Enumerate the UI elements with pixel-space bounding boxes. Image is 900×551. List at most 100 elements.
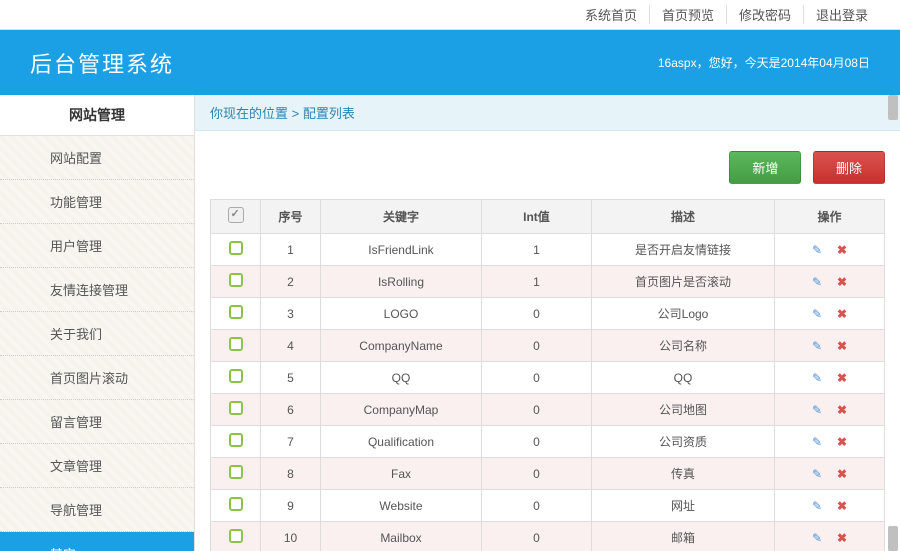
cell-intval: 1 bbox=[481, 234, 591, 266]
cell-desc: 是否开启友情链接 bbox=[591, 234, 774, 266]
cell-keyword: Mailbox bbox=[321, 522, 482, 551]
sidebar-item[interactable]: 文章管理 bbox=[0, 444, 194, 488]
cell-keyword: IsRolling bbox=[321, 266, 482, 298]
row-checkbox[interactable] bbox=[229, 529, 243, 543]
cell-keyword: Qualification bbox=[321, 426, 482, 458]
cell-index: 4 bbox=[261, 330, 321, 362]
edit-icon[interactable]: ✎ bbox=[812, 275, 822, 289]
sidebar-item[interactable]: 留言管理 bbox=[0, 400, 194, 444]
sidebar-item[interactable]: 导航管理 bbox=[0, 488, 194, 532]
cell-keyword: CompanyMap bbox=[321, 394, 482, 426]
cell-desc: 传真 bbox=[591, 458, 774, 490]
delete-icon[interactable]: ✖ bbox=[837, 403, 847, 417]
cell-keyword: Fax bbox=[321, 458, 482, 490]
edit-icon[interactable]: ✎ bbox=[812, 531, 822, 545]
delete-icon[interactable]: ✖ bbox=[837, 307, 847, 321]
toolbar: 新增 删除 bbox=[195, 131, 900, 199]
greeting: 16aspx，您好，今天是2014年04月08日 bbox=[658, 54, 870, 71]
edit-icon[interactable]: ✎ bbox=[812, 467, 822, 481]
delete-icon[interactable]: ✖ bbox=[837, 371, 847, 385]
table-row: 1IsFriendLink1是否开启友情链接✎✖ bbox=[211, 234, 885, 266]
delete-icon[interactable]: ✖ bbox=[837, 435, 847, 449]
edit-icon[interactable]: ✎ bbox=[812, 403, 822, 417]
system-title: 后台管理系统 bbox=[30, 47, 174, 79]
cell-intval: 0 bbox=[481, 426, 591, 458]
cell-keyword: QQ bbox=[321, 362, 482, 394]
cell-desc: 邮箱 bbox=[591, 522, 774, 551]
sidebar-item[interactable]: 关于我们 bbox=[0, 312, 194, 356]
delete-icon[interactable]: ✖ bbox=[837, 339, 847, 353]
edit-icon[interactable]: ✎ bbox=[812, 307, 822, 321]
row-checkbox[interactable] bbox=[229, 369, 243, 383]
table-row: 9Website0网址✎✖ bbox=[211, 490, 885, 522]
cell-index: 2 bbox=[261, 266, 321, 298]
config-table: 序号 关键字 Int值 描述 操作 1IsFriendLink1是否开启友情链接… bbox=[210, 199, 885, 551]
top-nav: 系统首页 首页预览 修改密码 退出登录 bbox=[0, 0, 900, 30]
col-intval: Int值 bbox=[481, 200, 591, 234]
today-date: 2014年04月08日 bbox=[781, 56, 870, 70]
table-row: 4CompanyName0公司名称 ✎ ✖ bbox=[211, 330, 885, 362]
sidebar-item[interactable]: 友情连接管理 bbox=[0, 268, 194, 312]
cell-intval: 0 bbox=[481, 330, 591, 362]
cell-index: 6 bbox=[261, 394, 321, 426]
cell-desc: 公司名称 bbox=[591, 330, 774, 362]
cell-keyword: CompanyName bbox=[321, 330, 482, 362]
nav-logout[interactable]: 退出登录 bbox=[804, 5, 880, 24]
sidebar-item[interactable]: 用户管理 bbox=[0, 224, 194, 268]
table-row: 10Mailbox0邮箱 ✎ ✖ bbox=[211, 522, 885, 551]
row-checkbox[interactable] bbox=[229, 273, 243, 287]
row-checkbox[interactable] bbox=[229, 465, 243, 479]
cell-desc: 首页图片是否滚动 bbox=[591, 266, 774, 298]
table-row: 2IsRolling1首页图片是否滚动✎✖ bbox=[211, 266, 885, 298]
edit-icon[interactable]: ✎ bbox=[812, 371, 822, 385]
sidebar-item[interactable]: 其它 bbox=[0, 532, 194, 551]
nav-home[interactable]: 系统首页 bbox=[573, 5, 650, 24]
cell-desc: 网址 bbox=[591, 490, 774, 522]
sidebar-item[interactable]: 功能管理 bbox=[0, 180, 194, 224]
cell-keyword: Website bbox=[321, 490, 482, 522]
table-row: 6CompanyMap0公司地图 ✎ ✖ bbox=[211, 394, 885, 426]
delete-icon[interactable]: ✖ bbox=[837, 499, 847, 513]
add-button[interactable]: 新增 bbox=[729, 151, 801, 184]
cell-index: 10 bbox=[261, 522, 321, 551]
cell-intval: 0 bbox=[481, 394, 591, 426]
cell-desc: 公司地图 bbox=[591, 394, 774, 426]
delete-icon[interactable]: ✖ bbox=[837, 531, 847, 545]
select-all-checkbox[interactable] bbox=[228, 207, 244, 223]
table-row: 5QQ0QQ✎✖ bbox=[211, 362, 885, 394]
cell-intval: 0 bbox=[481, 522, 591, 551]
cell-index: 1 bbox=[261, 234, 321, 266]
table-row: 7Qualification0公司资质 ✎ ✖ bbox=[211, 426, 885, 458]
delete-button[interactable]: 删除 bbox=[813, 151, 885, 184]
breadcrumb-sep: > bbox=[288, 106, 303, 121]
col-desc: 描述 bbox=[591, 200, 774, 234]
row-checkbox[interactable] bbox=[229, 497, 243, 511]
row-checkbox[interactable] bbox=[229, 401, 243, 415]
edit-icon[interactable]: ✎ bbox=[812, 435, 822, 449]
table-row: 3LOGO0公司Logo✎✖ bbox=[211, 298, 885, 330]
delete-icon[interactable]: ✖ bbox=[837, 243, 847, 257]
cell-index: 7 bbox=[261, 426, 321, 458]
cell-intval: 0 bbox=[481, 362, 591, 394]
sidebar: 网站管理 网站配置功能管理用户管理友情连接管理关于我们首页图片滚动留言管理文章管… bbox=[0, 95, 195, 551]
edit-icon[interactable]: ✎ bbox=[812, 339, 822, 353]
row-checkbox[interactable] bbox=[229, 433, 243, 447]
cell-desc: 公司资质 bbox=[591, 426, 774, 458]
delete-icon[interactable]: ✖ bbox=[837, 275, 847, 289]
row-checkbox[interactable] bbox=[229, 305, 243, 319]
sidebar-item[interactable]: 首页图片滚动 bbox=[0, 356, 194, 400]
row-checkbox[interactable] bbox=[229, 337, 243, 351]
edit-icon[interactable]: ✎ bbox=[812, 243, 822, 257]
greet-text: ，您好，今天是 bbox=[697, 56, 781, 70]
scrollbar-thumb[interactable] bbox=[888, 526, 898, 551]
sidebar-item[interactable]: 网站配置 bbox=[0, 136, 194, 180]
nav-password[interactable]: 修改密码 bbox=[727, 5, 804, 24]
cell-index: 3 bbox=[261, 298, 321, 330]
col-index: 序号 bbox=[261, 200, 321, 234]
edit-icon[interactable]: ✎ bbox=[812, 499, 822, 513]
cell-intval: 0 bbox=[481, 490, 591, 522]
delete-icon[interactable]: ✖ bbox=[837, 467, 847, 481]
nav-preview[interactable]: 首页预览 bbox=[650, 5, 727, 24]
scrollbar-thumb[interactable] bbox=[888, 95, 898, 120]
row-checkbox[interactable] bbox=[229, 241, 243, 255]
